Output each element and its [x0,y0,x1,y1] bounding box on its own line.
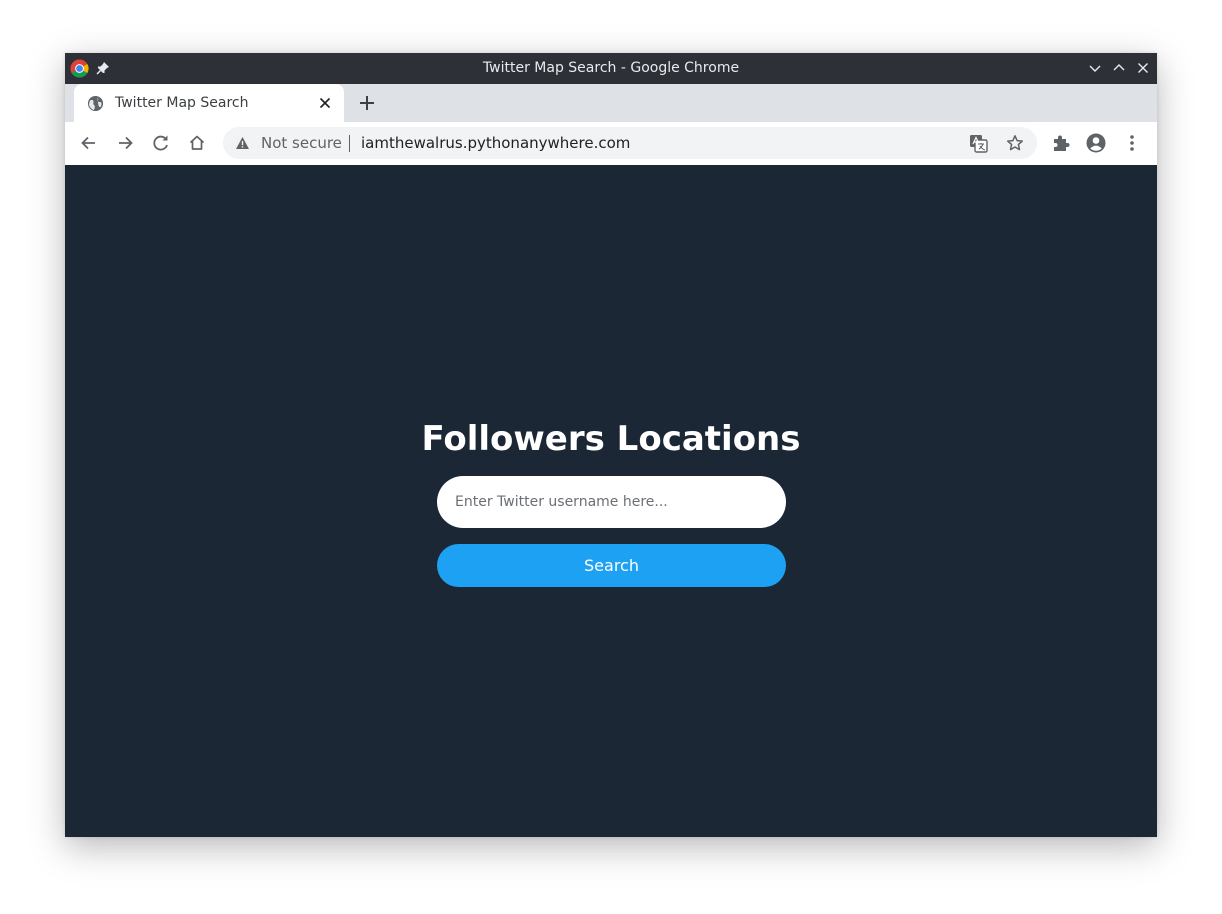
translate-icon[interactable] [969,134,988,153]
forward-icon[interactable] [115,133,135,153]
url-text[interactable]: iamthewalrus.pythonanywhere.com [361,127,630,159]
window-title: Twitter Map Search - Google Chrome [482,60,740,76]
search-button[interactable]: Search [437,544,786,587]
title-bar: Twitter Map Search - Google Chrome [65,53,1157,84]
back-icon[interactable] [79,133,99,153]
tab-strip: Twitter Map Search [65,84,1157,122]
menu-icon[interactable] [1122,133,1142,153]
navigation-toolbar: Not secure iamthewalrus.pythonanywhere.c… [65,122,1157,166]
tab-close-icon[interactable] [318,96,332,110]
tab-twitter-map-search[interactable]: Twitter Map Search [74,84,344,122]
page-title: Followers Locations [421,419,801,459]
address-separator [349,135,350,152]
extensions-icon[interactable] [1051,133,1071,153]
address-bar[interactable]: Not secure iamthewalrus.pythonanywhere.c… [223,127,1037,159]
reload-icon[interactable] [151,133,171,153]
close-window-icon[interactable] [1136,61,1150,75]
browser-window: Twitter Map Search - Google Chrome Twitt… [65,53,1157,837]
minimize-icon[interactable] [1088,61,1102,75]
new-tab-icon[interactable] [358,94,376,112]
profile-icon[interactable] [1086,133,1106,153]
globe-icon [87,95,104,112]
security-label[interactable]: Not secure [261,127,342,159]
star-icon[interactable] [1006,134,1024,152]
username-search-input[interactable] [437,476,786,528]
tab-label: Twitter Map Search [115,95,249,111]
maximize-icon[interactable] [1112,61,1126,75]
page-content: Followers Locations Search [65,165,1157,837]
warning-icon[interactable] [235,136,250,150]
home-icon[interactable] [187,133,207,153]
